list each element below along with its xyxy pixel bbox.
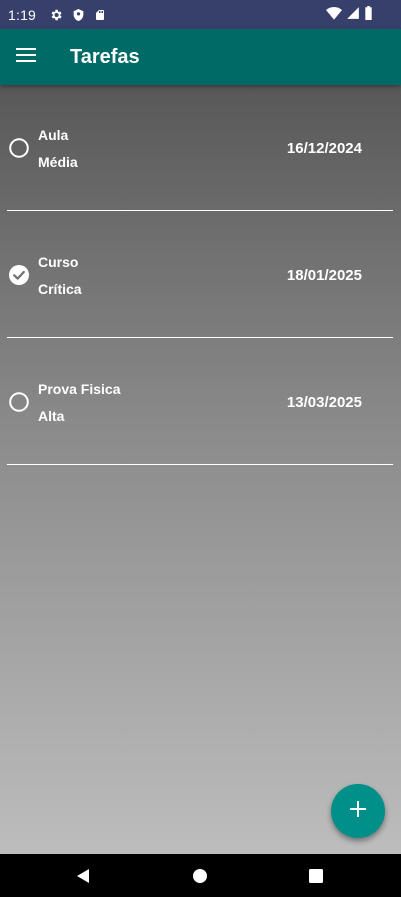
sd-card-icon (92, 7, 108, 23)
recents-icon[interactable] (307, 867, 325, 885)
battery-icon (364, 6, 373, 23)
status-time: 1:19 (8, 6, 37, 23)
app-bar: Tarefas (0, 29, 401, 85)
shield-icon (70, 7, 86, 23)
task-title: Curso (38, 254, 79, 270)
status-bar: 1:19 (0, 0, 401, 29)
unchecked-circle-icon[interactable] (9, 138, 29, 158)
hamburger-menu-icon (16, 47, 36, 68)
task-date: 18/01/2025 (286, 267, 362, 284)
page-title: Tarefas (70, 45, 140, 68)
settings-icon (48, 7, 64, 23)
unchecked-circle-icon[interactable] (9, 392, 29, 412)
task-item[interactable]: Prova Fisica Alta 13/03/2025 (7, 339, 393, 465)
task-date: 16/12/2024 (286, 140, 362, 157)
task-item[interactable]: Curso Crítica 18/01/2025 (7, 212, 393, 338)
signal-icon (346, 6, 360, 23)
task-priority: Alta (38, 408, 65, 424)
status-right-icons (326, 6, 373, 23)
navigation-bar (0, 854, 401, 897)
add-task-button[interactable] (331, 784, 385, 838)
back-icon[interactable] (74, 867, 92, 885)
task-list: Aula Média 16/12/2024 Curso Crítica 18/0… (0, 85, 401, 854)
task-priority: Crítica (38, 281, 82, 297)
task-title: Aula (38, 127, 69, 143)
task-date: 13/03/2025 (286, 394, 362, 411)
menu-button[interactable] (0, 29, 52, 85)
task-priority: Média (38, 154, 78, 170)
wifi-icon (326, 6, 342, 23)
checked-circle-icon[interactable] (9, 265, 29, 285)
plus-icon (350, 800, 366, 822)
task-title: Prova Fisica (38, 381, 121, 397)
home-icon[interactable] (191, 867, 209, 885)
task-item[interactable]: Aula Média 16/12/2024 (7, 85, 393, 211)
